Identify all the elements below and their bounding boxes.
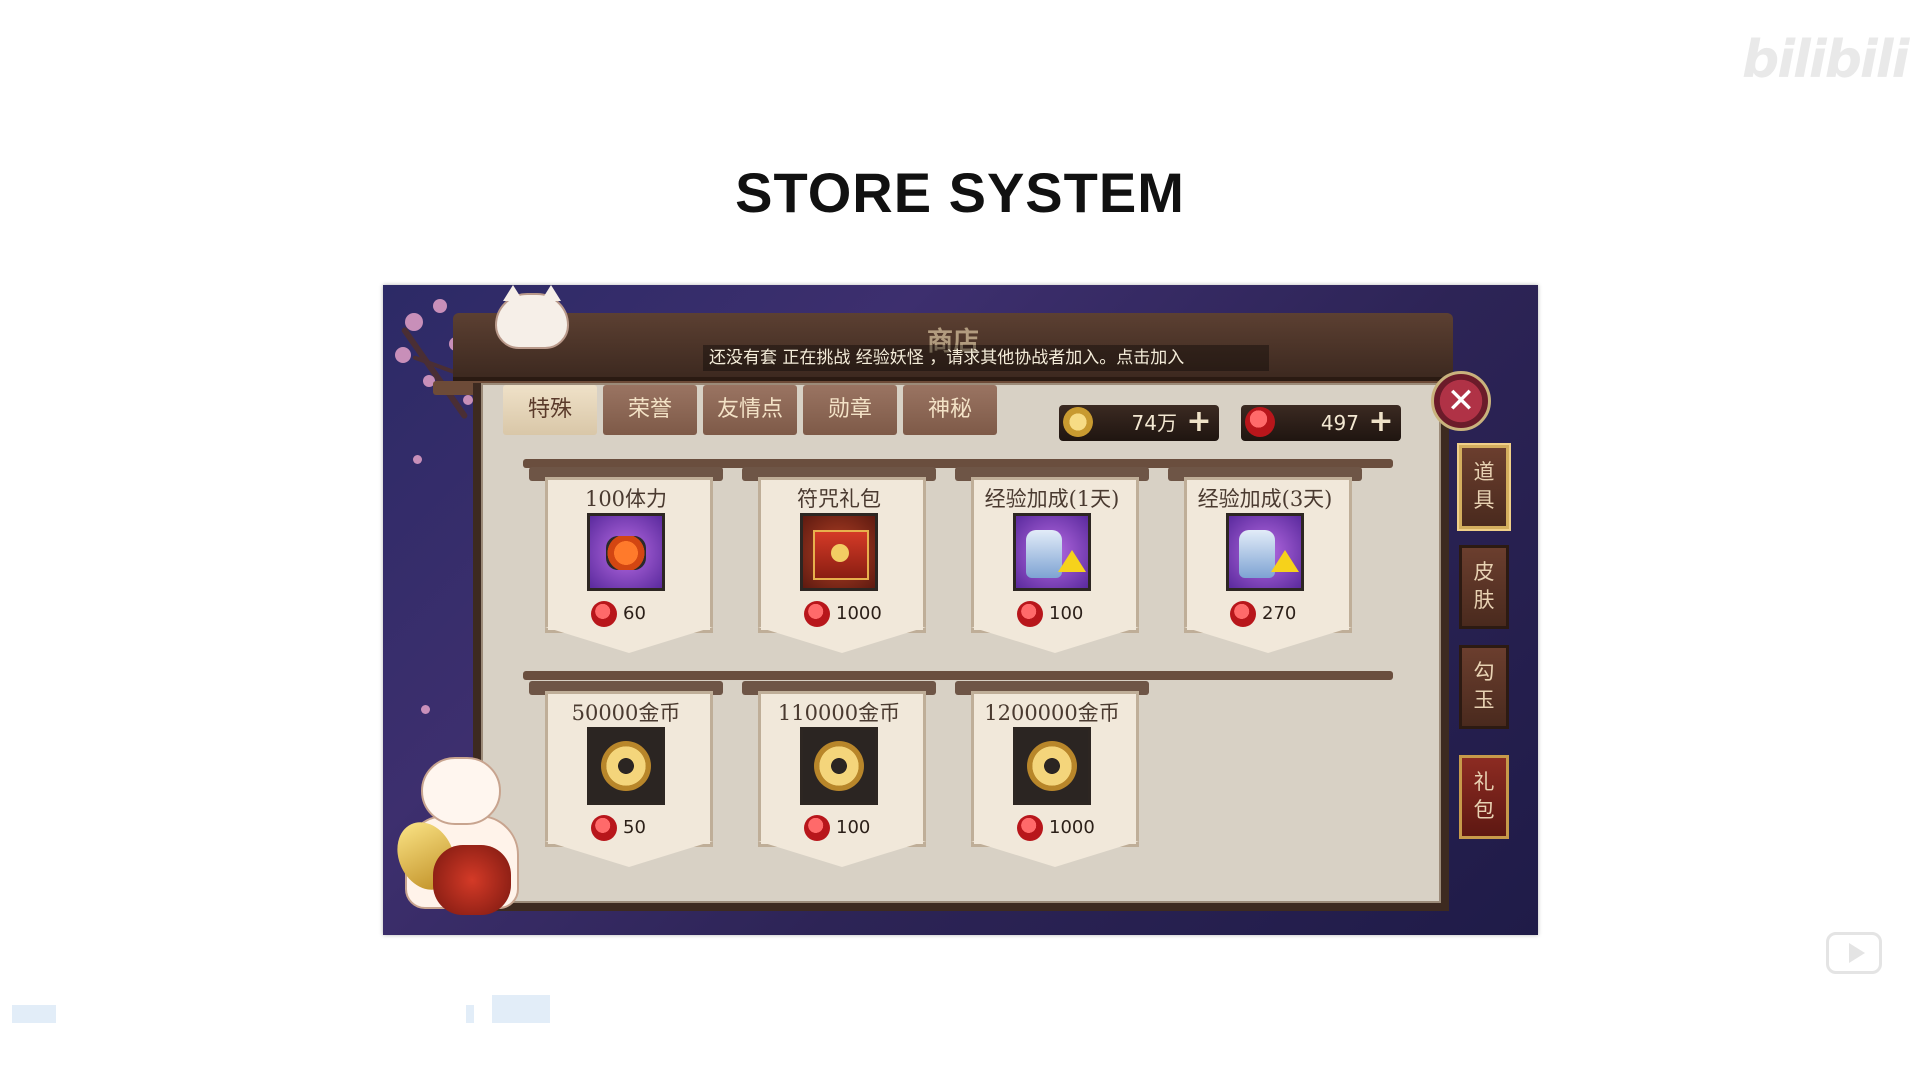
store-item[interactable]: 1200000金币 1000 — [955, 669, 1149, 867]
gold-coin-icon — [800, 727, 878, 805]
add-magatama-button[interactable]: + — [1367, 407, 1395, 437]
item-name: 110000金币 — [777, 701, 901, 725]
exp-bottle-icon — [1226, 513, 1304, 591]
store-item[interactable]: 100体力 60 — [529, 455, 723, 653]
close-icon: ✕ — [1446, 381, 1476, 421]
side-tab-items[interactable]: 道具 — [1459, 445, 1509, 529]
store-item[interactable]: 50000金币 50 — [529, 669, 723, 867]
magatama-value: 497 — [1320, 411, 1359, 435]
play-icon[interactable] — [1826, 932, 1882, 974]
item-price: 60 — [591, 599, 701, 629]
exp-bottle-icon — [1013, 513, 1091, 591]
store-item[interactable]: 经验加成(3天) 270 — [1168, 455, 1362, 653]
magatama-balance: 497 + — [1241, 405, 1401, 441]
side-tab-magatama[interactable]: 勾玉 — [1459, 645, 1509, 729]
blurred-subtitle-fragment — [466, 1005, 474, 1023]
magatama-icon — [1017, 601, 1043, 627]
tab-mystery[interactable]: 神秘 — [903, 385, 997, 435]
lucky-cat-icon — [386, 745, 523, 925]
add-coin-button[interactable]: + — [1185, 407, 1213, 437]
magatama-icon — [804, 601, 830, 627]
item-name: 经验加成(3天) — [1197, 487, 1333, 511]
close-button[interactable]: ✕ — [1431, 371, 1491, 431]
magatama-icon — [1017, 815, 1043, 841]
gold-coin-icon — [1013, 727, 1091, 805]
item-price: 1000 — [1017, 813, 1127, 843]
item-price: 1000 — [804, 599, 914, 629]
coin-balance: 74万 + — [1059, 405, 1219, 441]
notification-marquee[interactable]: 还没有套 正在挑战 经验妖怪 ，请求其他协战者加入。点击加入 — [703, 345, 1269, 371]
item-name: 经验加成(1天) — [984, 487, 1120, 511]
magatama-icon — [1230, 601, 1256, 627]
item-price: 100 — [1017, 599, 1127, 629]
item-price: 270 — [1230, 599, 1340, 629]
bilibili-watermark: bilibili — [1742, 30, 1909, 90]
item-price: 100 — [804, 813, 914, 843]
blurred-subtitle-fragment — [492, 995, 550, 1023]
store-item[interactable]: 110000金币 100 — [742, 669, 936, 867]
gold-coin-icon — [587, 727, 665, 805]
store-tabs: 特殊 荣誉 友情点 勋章 神秘 — [503, 385, 997, 437]
gift-box-icon — [800, 513, 878, 591]
magatama-icon — [591, 815, 617, 841]
item-name: 1200000金币 — [984, 701, 1120, 725]
tab-medal[interactable]: 勋章 — [803, 385, 897, 435]
store-item[interactable]: 符咒礼包 1000 — [742, 455, 936, 653]
slide-title: STORE SYSTEM — [735, 161, 1185, 224]
game-store-screenshot: 商店 还没有套 正在挑战 经验妖怪 ，请求其他协战者加入。点击加入 特殊 荣誉 … — [383, 285, 1538, 935]
store-item[interactable]: 经验加成(1天) 100 — [955, 455, 1149, 653]
sushi-icon — [587, 513, 665, 591]
item-name: 50000金币 — [571, 701, 681, 725]
coin-icon — [1063, 407, 1093, 437]
magatama-icon — [1245, 407, 1275, 437]
tab-honor[interactable]: 荣誉 — [603, 385, 697, 435]
side-tab-gift-pack[interactable]: 礼包 — [1459, 755, 1509, 839]
item-name: 符咒礼包 — [797, 487, 881, 511]
tab-friendship[interactable]: 友情点 — [703, 385, 797, 435]
tab-special[interactable]: 特殊 — [503, 385, 597, 435]
cat-mascot-icon — [495, 285, 569, 349]
magatama-icon — [804, 815, 830, 841]
magatama-icon — [591, 601, 617, 627]
coin-value: 74万 — [1131, 411, 1177, 435]
item-name: 100体力 — [584, 487, 668, 511]
item-price: 50 — [591, 813, 701, 843]
blurred-subtitle-fragment — [12, 1005, 56, 1023]
side-tab-skins[interactable]: 皮肤 — [1459, 545, 1509, 629]
